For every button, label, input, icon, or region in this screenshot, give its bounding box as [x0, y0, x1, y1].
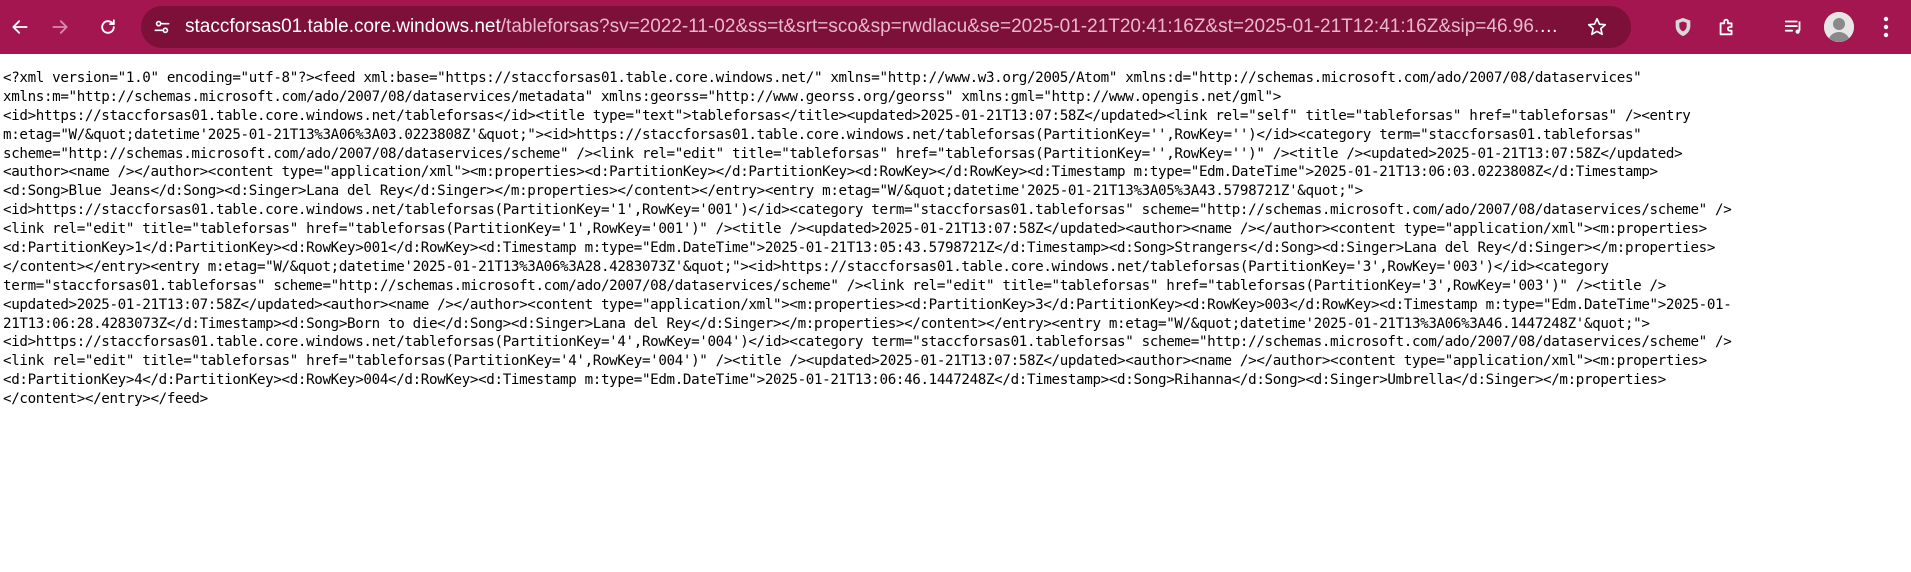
playlist-icon — [1784, 20, 1801, 34]
site-info-button[interactable] — [147, 12, 177, 42]
xml-line: m:etag="W/&quot;datetime'2025-01-21T13%3… — [3, 126, 1642, 143]
xml-line: <d:PartitionKey>4</d:PartitionKey><d:Row… — [3, 372, 1666, 389]
xml-line: term="staccforsas01.tableforsas" scheme=… — [3, 277, 1666, 294]
browser-toolbar: staccforsas01.table.core.windows.net/tab… — [0, 0, 1911, 54]
xml-document: <?xml version="1.0" encoding="utf-8"?><f… — [0, 54, 1911, 409]
forward-button[interactable] — [42, 9, 78, 45]
avatar-icon — [1824, 12, 1854, 42]
extension-shield-button[interactable] — [1667, 11, 1699, 43]
xml-line: <id>https://staccforsas01.table.core.win… — [3, 202, 1732, 219]
arrow-right-icon — [52, 20, 68, 34]
address-bar[interactable]: staccforsas01.table.core.windows.net/tab… — [141, 6, 1631, 48]
xml-line: scheme="http://schemas.microsoft.com/ado… — [3, 145, 1683, 162]
reload-icon — [101, 19, 115, 34]
xml-line: <?xml version="1.0" encoding="utf-8"?><f… — [3, 70, 1642, 86]
star-icon — [1587, 17, 1607, 36]
xml-line: <d:PartitionKey>1</d:PartitionKey><d:Row… — [3, 240, 1716, 257]
back-button[interactable] — [2, 9, 38, 45]
arrow-left-icon — [12, 20, 28, 34]
url-host: staccforsas01.table.core.windows.net — [185, 16, 501, 37]
xml-line: 21T13:06:28.4283073Z</d:Timestamp><d:Son… — [3, 315, 1650, 332]
xml-line: </content></entry></feed> — [3, 391, 208, 408]
xml-line: <author><name /></author><content type="… — [3, 164, 1658, 181]
bookmark-button[interactable] — [1583, 13, 1611, 41]
puzzle-icon — [1719, 18, 1733, 36]
profile-avatar[interactable] — [1824, 12, 1854, 42]
media-controls-button[interactable] — [1778, 11, 1810, 43]
url-text[interactable]: staccforsas01.table.core.windows.net/tab… — [185, 16, 1560, 38]
xml-line: xmlns:m="http://schemas.microsoft.com/ad… — [3, 88, 1281, 105]
extensions-button[interactable] — [1711, 11, 1743, 43]
reload-button[interactable] — [90, 9, 126, 45]
more-vertical-icon — [1883, 16, 1889, 38]
tune-icon — [154, 20, 170, 34]
xml-line: </content></entry><entry m:etag="W/&quot… — [3, 258, 1609, 275]
xml-line: <link rel="edit" title="tableforsas" hre… — [3, 353, 1707, 370]
browser-menu-button[interactable] — [1870, 11, 1902, 43]
xml-line: <id>https://staccforsas01.table.core.win… — [3, 107, 1691, 124]
xml-line: <d:Song>Blue Jeans</d:Song><d:Singer>Lan… — [3, 183, 1363, 200]
shield-icon — [1675, 17, 1691, 37]
xml-line: <id>https://staccforsas01.table.core.win… — [3, 334, 1732, 351]
xml-line: <updated>2025-01-21T13:07:58Z</updated><… — [3, 296, 1732, 313]
xml-line: <link rel="edit" title="tableforsas" hre… — [3, 221, 1707, 238]
url-path: /tableforsas?sv=2022-11-02&ss=t&srt=sco&… — [500, 16, 1560, 37]
